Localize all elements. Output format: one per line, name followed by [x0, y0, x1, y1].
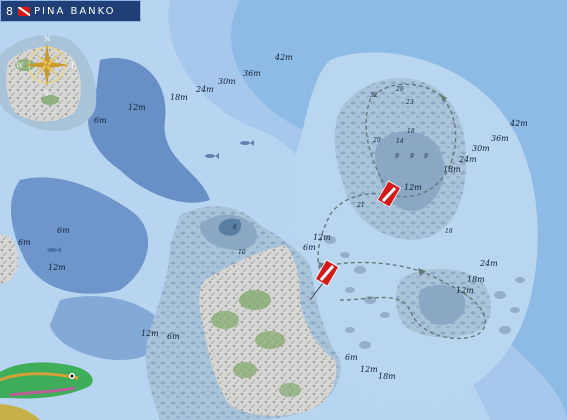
depth-label: 36m [491, 134, 509, 143]
depth-label: 42m [509, 119, 528, 128]
compass-north: N [44, 35, 50, 43]
depth-label: 12m [128, 103, 146, 112]
reef-number: 10 [238, 249, 246, 256]
dive-flag-icon [18, 6, 30, 16]
reef-number: 9 [424, 153, 428, 160]
reef-number: 23 [405, 99, 414, 106]
depth-label: 12m [141, 329, 159, 338]
depth-label: 42m [274, 53, 293, 62]
depth-label: 12m [313, 233, 331, 242]
depth-label: 18m [443, 165, 461, 174]
depth-label: 6m [345, 353, 358, 362]
depth-label: 36m [243, 69, 261, 78]
depth-label: 6m [18, 238, 31, 247]
reef-number: 9 [395, 153, 399, 160]
depth-label: 6m [57, 226, 70, 235]
depth-label: 18m [378, 372, 396, 381]
compass-south: S [44, 90, 49, 98]
depth-label: 12m [360, 365, 378, 374]
depth-label: 30m [218, 77, 236, 86]
depth-label: 30m [472, 144, 490, 153]
depth-label: 6m [94, 116, 107, 125]
compass-west: W [16, 62, 24, 70]
dive-site-map: N E S W 42m 36m 30m 24m 18m 12m 6m 42m 3… [0, 0, 567, 420]
reef-number: 18 [407, 128, 415, 135]
reef-number: 21 [356, 202, 365, 209]
depth-label: 12m [456, 286, 474, 295]
reef-number: 29 [372, 137, 381, 144]
depth-label: 18m [467, 275, 485, 284]
site-number: 8 [6, 4, 14, 18]
reef-number: 29 [395, 86, 404, 93]
compass-east: E [71, 62, 76, 70]
depth-label: 12m [48, 263, 66, 272]
depth-label: 24m [458, 155, 477, 164]
depth-label: 18m [170, 93, 188, 102]
map-canvas: N E S W 42m 36m 30m 24m 18m 12m 6m 42m 3… [0, 0, 567, 420]
reef-number: 14 [396, 138, 404, 145]
site-title-bar: 8 PINA BANKO [0, 0, 141, 22]
reef-number: 6 [233, 224, 237, 231]
depth-label: 24m [195, 85, 214, 94]
depth-label: 12m [404, 183, 422, 192]
reef-number: 32 [370, 92, 378, 99]
depth-label: 6m [303, 243, 316, 252]
reef-number: 18 [445, 228, 453, 235]
depth-label: 24m [479, 259, 498, 268]
depth-label: 6m [167, 332, 180, 341]
site-name: PINA BANKO [34, 5, 116, 17]
reef-number: 9 [410, 153, 414, 160]
